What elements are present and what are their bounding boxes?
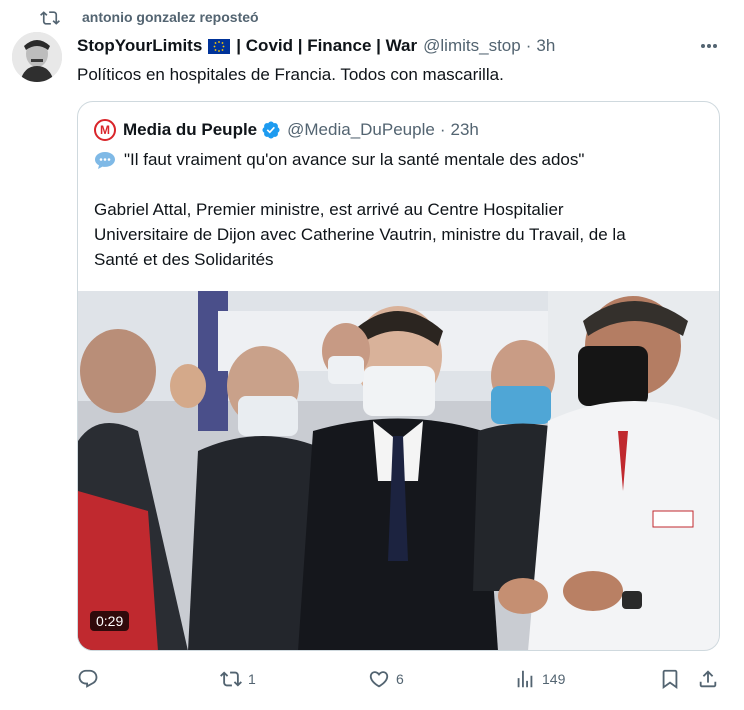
- avatar[interactable]: [12, 32, 62, 82]
- quoted-headline-text: "Il faut vraiment qu'on avance sur la sa…: [124, 150, 585, 169]
- quoted-timestamp[interactable]: 23h: [451, 120, 479, 140]
- repost-count: 1: [248, 671, 256, 687]
- views-count: 149: [542, 671, 566, 687]
- views-chart-icon: [517, 670, 533, 688]
- repost-icon: [220, 671, 242, 687]
- share-button[interactable]: [697, 665, 719, 693]
- repost-button[interactable]: 1: [220, 665, 256, 693]
- eu-flag-icon: [208, 38, 231, 54]
- video-thumbnail: [78, 291, 719, 650]
- bookmark-icon: [662, 669, 678, 690]
- quoted-headline: "Il faut vraiment qu'on avance sur la sa…: [94, 147, 704, 172]
- speech-balloon-icon: [95, 151, 115, 169]
- more-options-button[interactable]: [698, 36, 720, 56]
- author-handle[interactable]: @limits_stop: [423, 36, 521, 56]
- video-duration-badge: 0:29: [90, 611, 130, 631]
- like-count: 6: [396, 671, 404, 687]
- quoted-tweet-card[interactable]: M Media du Peuple @Media_DuPeuple · 23h …: [77, 101, 720, 651]
- quoted-tweet-body: "Il faut vraiment qu'on avance sur la sa…: [94, 147, 704, 272]
- share-icon: [699, 670, 717, 688]
- author-display-name[interactable]: StopYourLimits: [77, 36, 202, 56]
- repost-indicator: [40, 6, 60, 30]
- tweet-author-line: StopYourLimits | Covid | Finance | War @…: [77, 35, 555, 57]
- reply-icon: [78, 669, 98, 688]
- quoted-handle[interactable]: @Media_DuPeuple: [287, 120, 435, 140]
- author-name-suffix[interactable]: | Covid | Finance | War: [236, 36, 417, 56]
- more-icon: [701, 44, 717, 48]
- tweet-text: Políticos en hospitales de Francia. Todo…: [77, 65, 504, 84]
- quoted-paragraph: Gabriel Attal, Premier ministre, est arr…: [94, 200, 626, 269]
- repost-icon: [40, 11, 60, 25]
- logo-letter: M: [100, 123, 110, 137]
- separator-dot: ·: [439, 120, 446, 139]
- separator-dot: ·: [525, 36, 532, 55]
- like-button[interactable]: 6: [368, 665, 404, 693]
- views-button[interactable]: 149: [514, 665, 565, 693]
- reply-button[interactable]: [77, 665, 105, 693]
- tweet-action-bar: 1 6 149: [77, 665, 727, 693]
- verified-badge-icon: [262, 121, 280, 139]
- quoted-author-line: M Media du Peuple @Media_DuPeuple · 23h: [94, 118, 479, 142]
- bookmark-button[interactable]: [659, 665, 681, 693]
- quoted-display-name[interactable]: Media du Peuple: [123, 120, 257, 140]
- media-du-peuple-logo-icon: M: [94, 119, 116, 141]
- tweet-timestamp[interactable]: 3h: [536, 36, 555, 56]
- repost-label[interactable]: antonio gonzalez reposteó: [82, 9, 259, 25]
- heart-icon: [369, 671, 389, 688]
- video-player[interactable]: 0:29: [78, 291, 719, 650]
